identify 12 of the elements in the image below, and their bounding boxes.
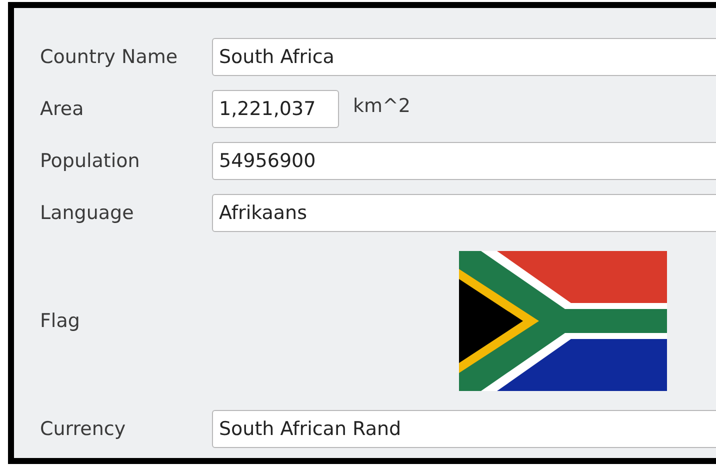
field-label: Currency: [40, 416, 127, 442]
text-field[interactable]: South Africa: [212, 38, 716, 76]
text-field[interactable]: 54956900: [212, 142, 716, 180]
text-field[interactable]: Afrikaans: [212, 194, 716, 232]
unit-label: km^2: [353, 94, 411, 119]
field-label: Area: [40, 96, 85, 122]
text-field[interactable]: South African Rand: [212, 410, 716, 448]
number-field[interactable]: 1,221,037: [212, 90, 339, 128]
field-label: Population: [40, 148, 141, 174]
field-label: Flag: [40, 308, 81, 334]
field-label: Language: [40, 200, 135, 226]
field-label: Country Name: [40, 44, 179, 70]
